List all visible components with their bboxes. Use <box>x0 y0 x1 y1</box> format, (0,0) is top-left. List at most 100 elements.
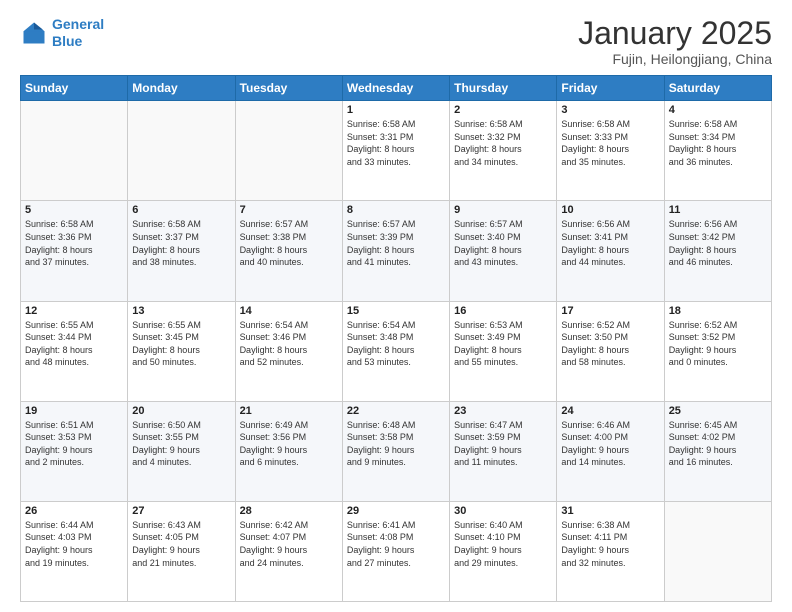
day-number: 29 <box>347 505 445 517</box>
day-number: 12 <box>25 305 123 317</box>
day-number: 31 <box>561 505 659 517</box>
day-number: 16 <box>454 305 552 317</box>
calendar-body: 1 Sunrise: 6:58 AM Sunset: 3:31 PM Daylig… <box>21 101 772 602</box>
day-number: 27 <box>132 505 230 517</box>
day-number: 2 <box>454 104 552 116</box>
day-number: 28 <box>240 505 338 517</box>
day-info: Sunrise: 6:49 AM Sunset: 3:56 PM Dayligh… <box>240 419 338 469</box>
day-info: Sunrise: 6:58 AM Sunset: 3:32 PM Dayligh… <box>454 118 552 168</box>
day-info: Sunrise: 6:52 AM Sunset: 3:52 PM Dayligh… <box>669 319 767 369</box>
calendar-week-row: 19 Sunrise: 6:51 AM Sunset: 3:53 PM Dayli… <box>21 401 772 501</box>
calendar-day-cell: 8Sunrise: 6:57 AM Sunset: 3:39 PM Daylig… <box>342 201 449 301</box>
day-info: Sunrise: 6:55 AM Sunset: 3:44 PM Dayligh… <box>25 319 123 369</box>
day-info: Sunrise: 6:43 AM Sunset: 4:05 PM Dayligh… <box>132 519 230 569</box>
day-info: Sunrise: 6:58 AM Sunset: 3:36 PM Dayligh… <box>25 218 123 268</box>
calendar-day-cell: 15 Sunrise: 6:54 AM Sunset: 3:48 PM Dayli… <box>342 301 449 401</box>
calendar-week-row: 12 Sunrise: 6:55 AM Sunset: 3:44 PM Dayli… <box>21 301 772 401</box>
day-number: 14 <box>240 305 338 317</box>
day-number: 18 <box>669 305 767 317</box>
day-info: Sunrise: 6:48 AM Sunset: 3:58 PM Dayligh… <box>347 419 445 469</box>
day-number: 24 <box>561 405 659 417</box>
day-info: Sunrise: 6:58 AM Sunset: 3:31 PM Dayligh… <box>347 118 445 168</box>
calendar-day-cell: 23Sunrise: 6:47 AM Sunset: 3:59 PM Dayli… <box>450 401 557 501</box>
calendar-day-cell: 12 Sunrise: 6:55 AM Sunset: 3:44 PM Dayli… <box>21 301 128 401</box>
calendar-day-cell: 24 Sunrise: 6:46 AM Sunset: 4:00 PM Dayli… <box>557 401 664 501</box>
calendar-day-cell: 29 Sunrise: 6:41 AM Sunset: 4:08 PM Dayli… <box>342 501 449 601</box>
calendar-day-cell: 14 Sunrise: 6:54 AM Sunset: 3:46 PM Dayli… <box>235 301 342 401</box>
calendar-day-cell <box>21 101 128 201</box>
day-info: Sunrise: 6:57 AM Sunset: 3:38 PM Dayligh… <box>240 218 338 268</box>
calendar-day-header: Friday <box>557 76 664 101</box>
calendar-day-cell: 30Sunrise: 6:40 AM Sunset: 4:10 PM Dayli… <box>450 501 557 601</box>
day-info: Sunrise: 6:53 AM Sunset: 3:49 PM Dayligh… <box>454 319 552 369</box>
calendar-day-cell: 13 Sunrise: 6:55 AM Sunset: 3:45 PM Dayli… <box>128 301 235 401</box>
calendar-day-cell: 25 Sunrise: 6:45 AM Sunset: 4:02 PM Dayli… <box>664 401 771 501</box>
calendar-day-header: Wednesday <box>342 76 449 101</box>
day-number: 13 <box>132 305 230 317</box>
day-number: 9 <box>454 204 552 216</box>
day-info: Sunrise: 6:40 AM Sunset: 4:10 PM Dayligh… <box>454 519 552 569</box>
day-number: 25 <box>669 405 767 417</box>
calendar-day-header: Tuesday <box>235 76 342 101</box>
calendar-table: SundayMondayTuesdayWednesdayThursdayFrid… <box>20 75 772 602</box>
calendar-day-cell: 11 Sunrise: 6:56 AM Sunset: 3:42 PM Dayli… <box>664 201 771 301</box>
day-info: Sunrise: 6:46 AM Sunset: 4:00 PM Dayligh… <box>561 419 659 469</box>
calendar-week-row: 1 Sunrise: 6:58 AM Sunset: 3:31 PM Daylig… <box>21 101 772 201</box>
title-block: January 2025 Fujin, Heilongjiang, China <box>578 16 772 67</box>
day-number: 1 <box>347 104 445 116</box>
day-number: 6 <box>132 204 230 216</box>
calendar-day-cell <box>664 501 771 601</box>
calendar-day-cell: 28Sunrise: 6:42 AM Sunset: 4:07 PM Dayli… <box>235 501 342 601</box>
day-number: 3 <box>561 104 659 116</box>
day-info: Sunrise: 6:52 AM Sunset: 3:50 PM Dayligh… <box>561 319 659 369</box>
day-info: Sunrise: 6:50 AM Sunset: 3:55 PM Dayligh… <box>132 419 230 469</box>
day-info: Sunrise: 6:54 AM Sunset: 3:46 PM Dayligh… <box>240 319 338 369</box>
day-info: Sunrise: 6:45 AM Sunset: 4:02 PM Dayligh… <box>669 419 767 469</box>
day-info: Sunrise: 6:44 AM Sunset: 4:03 PM Dayligh… <box>25 519 123 569</box>
calendar-day-cell <box>128 101 235 201</box>
day-info: Sunrise: 6:55 AM Sunset: 3:45 PM Dayligh… <box>132 319 230 369</box>
calendar-day-header: Thursday <box>450 76 557 101</box>
day-info: Sunrise: 6:41 AM Sunset: 4:08 PM Dayligh… <box>347 519 445 569</box>
calendar-day-cell: 21 Sunrise: 6:49 AM Sunset: 3:56 PM Dayli… <box>235 401 342 501</box>
day-number: 26 <box>25 505 123 517</box>
day-info: Sunrise: 6:57 AM Sunset: 3:40 PM Dayligh… <box>454 218 552 268</box>
day-number: 15 <box>347 305 445 317</box>
calendar-day-cell: 2 Sunrise: 6:58 AM Sunset: 3:32 PM Daylig… <box>450 101 557 201</box>
day-number: 11 <box>669 204 767 216</box>
logo-blue: Blue <box>52 33 82 49</box>
day-number: 22 <box>347 405 445 417</box>
day-number: 7 <box>240 204 338 216</box>
day-number: 19 <box>25 405 123 417</box>
day-info: Sunrise: 6:56 AM Sunset: 3:42 PM Dayligh… <box>669 218 767 268</box>
calendar-day-cell: 17 Sunrise: 6:52 AM Sunset: 3:50 PM Dayli… <box>557 301 664 401</box>
day-info: Sunrise: 6:58 AM Sunset: 3:37 PM Dayligh… <box>132 218 230 268</box>
calendar-day-cell: 19 Sunrise: 6:51 AM Sunset: 3:53 PM Dayli… <box>21 401 128 501</box>
calendar-day-cell: 16 Sunrise: 6:53 AM Sunset: 3:49 PM Dayli… <box>450 301 557 401</box>
day-info: Sunrise: 6:56 AM Sunset: 3:41 PM Dayligh… <box>561 218 659 268</box>
logo-general: General <box>52 16 104 32</box>
calendar-day-cell: 9 Sunrise: 6:57 AM Sunset: 3:40 PM Daylig… <box>450 201 557 301</box>
day-number: 21 <box>240 405 338 417</box>
calendar-day-cell: 27 Sunrise: 6:43 AM Sunset: 4:05 PM Dayli… <box>128 501 235 601</box>
day-info: Sunrise: 6:58 AM Sunset: 3:33 PM Dayligh… <box>561 118 659 168</box>
calendar-day-header: Monday <box>128 76 235 101</box>
day-number: 17 <box>561 305 659 317</box>
calendar-week-row: 5 Sunrise: 6:58 AM Sunset: 3:36 PM Daylig… <box>21 201 772 301</box>
day-number: 4 <box>669 104 767 116</box>
calendar-day-cell: 18 Sunrise: 6:52 AM Sunset: 3:52 PM Dayli… <box>664 301 771 401</box>
logo: General Blue <box>20 16 104 50</box>
calendar-day-cell: 3 Sunrise: 6:58 AM Sunset: 3:33 PM Daylig… <box>557 101 664 201</box>
day-info: Sunrise: 6:54 AM Sunset: 3:48 PM Dayligh… <box>347 319 445 369</box>
day-number: 5 <box>25 204 123 216</box>
calendar-day-cell: 26 Sunrise: 6:44 AM Sunset: 4:03 PM Dayli… <box>21 501 128 601</box>
calendar-day-cell: 6 Sunrise: 6:58 AM Sunset: 3:37 PM Daylig… <box>128 201 235 301</box>
calendar-day-cell: 31Sunrise: 6:38 AM Sunset: 4:11 PM Dayli… <box>557 501 664 601</box>
day-info: Sunrise: 6:51 AM Sunset: 3:53 PM Dayligh… <box>25 419 123 469</box>
day-number: 8 <box>347 204 445 216</box>
calendar-day-cell: 20 Sunrise: 6:50 AM Sunset: 3:55 PM Dayli… <box>128 401 235 501</box>
day-number: 20 <box>132 405 230 417</box>
day-number: 23 <box>454 405 552 417</box>
calendar-day-cell: 1 Sunrise: 6:58 AM Sunset: 3:31 PM Daylig… <box>342 101 449 201</box>
logo-text: General Blue <box>52 16 104 50</box>
